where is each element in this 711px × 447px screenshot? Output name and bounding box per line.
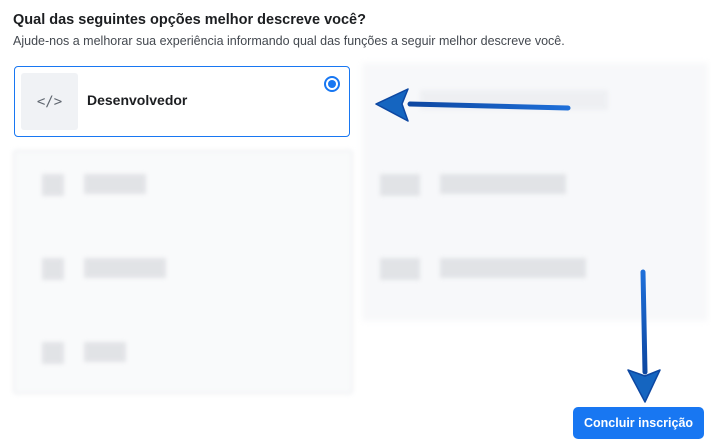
option-card-desenvolvedor[interactable]: </> Desenvolvedor [14,66,350,137]
blurred-option-icon [42,342,64,364]
blurred-option-label [420,90,608,110]
blurred-option-icon [380,174,420,196]
code-icon: </> [21,73,78,130]
blurred-option-label [440,258,586,278]
page-subtitle: Ajude-nos a melhorar sua experiência inf… [13,34,565,48]
page-title: Qual das seguintes opções melhor descrev… [13,12,366,28]
blurred-option-label [84,342,126,362]
submit-button[interactable]: Concluir inscrição [573,407,704,439]
blurred-option-label [84,174,146,194]
blurred-option-label [440,174,566,194]
blurred-option-icon [42,174,64,196]
blurred-option-icon [42,258,64,280]
blurred-option-icon [380,258,420,280]
blurred-option-label [84,258,166,278]
option-label: Desenvolvedor [87,92,188,108]
option-radio-selected[interactable] [324,76,340,92]
blurred-left-column [13,150,353,394]
